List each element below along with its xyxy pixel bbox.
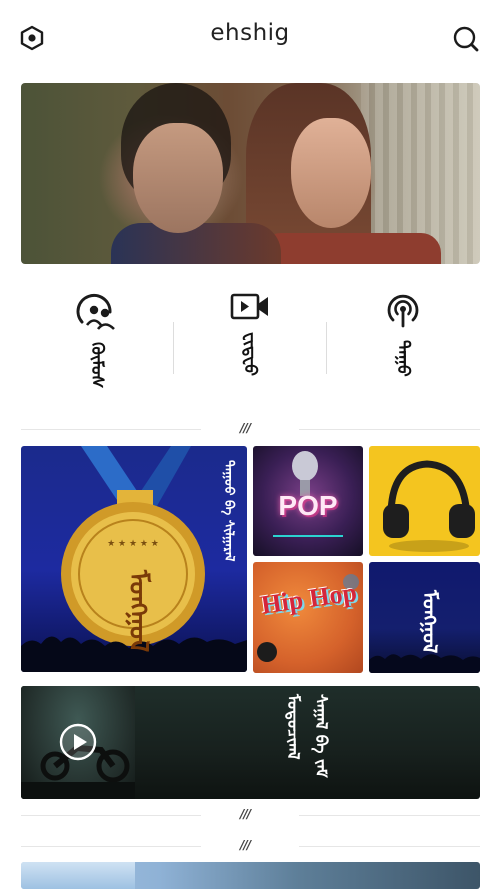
app-title: ehshig: [210, 20, 290, 46]
next-section-thumbnail: [21, 862, 135, 889]
category-label-audio: ᠳᠠᠭᠤ: [393, 340, 413, 377]
section-divider-left: [21, 846, 201, 847]
tile-pop[interactable]: POP: [253, 446, 363, 556]
app-header: ehshig: [0, 0, 500, 70]
banner-person-left-face: [133, 123, 223, 233]
category-label-video: ᠸᠢᠳᠧᠣ: [240, 332, 260, 376]
category-people[interactable]: ᠬᠦᠮᠦᠰ: [21, 292, 173, 407]
tile-medal[interactable]: ★ ★ ★ ★ ★ ᠮᠣᠩᠭᠣᠯ ᠳᠠᠭᠤᠤ ᠪᠠ ᠰᠢᠯᠭᠠᠷᠠᠯ: [21, 446, 247, 672]
tile-pop-label: POP: [278, 490, 338, 521]
banner-person-left-coat: [111, 223, 281, 264]
section-divider-right: [299, 815, 480, 816]
headphones-icon: [383, 460, 475, 552]
search-icon: [453, 26, 479, 52]
video-card[interactable]: ᠮᠣᠲᠣᠴᠢᠭᠯ ᠰᠠᠭᠠᠯ ᠪᠠ ᠵᠠᠮ: [21, 686, 480, 799]
tile-mongol[interactable]: ᠮᠣᠩᠭᠣᠯ: [369, 562, 480, 673]
banner-person-right-face: [291, 118, 371, 228]
search-button[interactable]: [451, 24, 481, 54]
featured-banner[interactable]: [21, 83, 480, 264]
play-icon[interactable]: [58, 722, 98, 762]
section-divider-right: [299, 846, 480, 847]
section-divider-mark: ///: [240, 421, 251, 435]
tile-mongol-label: ᠮᠣᠩᠭᠣᠯ: [418, 590, 442, 654]
tile-medal-label: ᠳᠠᠭᠤᠤ ᠪᠠ ᠰᠢᠯᠭᠠᠷᠠᠯ: [221, 460, 236, 562]
section-divider-mark: ///: [240, 838, 251, 852]
video-thumbnail: [21, 686, 135, 799]
tile-hiphop[interactable]: Hip Hop: [253, 562, 363, 673]
category-label-people: ᠬᠦᠮᠦᠰ: [87, 342, 107, 389]
banner-person-right-coat: [261, 233, 441, 264]
svg-text:★ ★ ★ ★ ★: ★ ★ ★ ★ ★: [107, 539, 159, 549]
category-video[interactable]: ᠸᠢᠳᠧᠣ: [174, 292, 326, 407]
tile-headphones[interactable]: [369, 446, 480, 556]
section-divider-left: [21, 815, 201, 816]
section-divider-right: [299, 429, 480, 430]
next-section-card[interactable]: [21, 862, 480, 889]
category-audio[interactable]: ᠳᠠᠭᠤ: [327, 292, 479, 407]
section-divider-mark: ///: [240, 807, 251, 821]
video-title: ᠮᠣᠲᠣᠴᠢᠭᠯ ᠰᠠᠭᠠᠯ ᠪᠠ ᠵᠠᠮ: [284, 694, 331, 778]
section-divider-left: [21, 429, 201, 430]
medal-text: ᠮᠣᠩᠭᠣᠯ: [123, 570, 153, 653]
video-camera-icon: [230, 293, 268, 320]
podcast-people-icon: [76, 293, 115, 330]
podcast-icon: [387, 294, 419, 328]
